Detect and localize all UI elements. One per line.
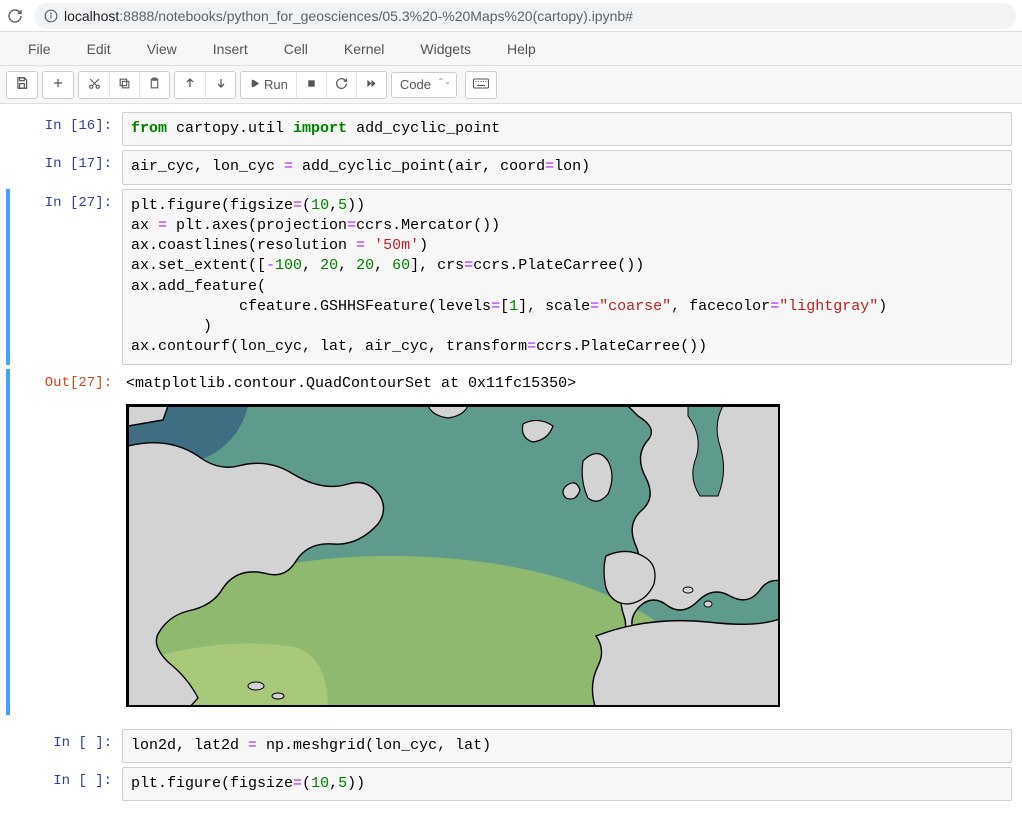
restart-button[interactable] (326, 72, 356, 98)
browser-address-bar: localhost :8888 /notebooks/python_for_ge… (0, 0, 1022, 32)
paste-icon (148, 77, 161, 93)
cell-output: Out[27]: <matplotlib.contour.QuadContour… (6, 369, 1012, 715)
input-prompt: In [ ]: (10, 729, 122, 763)
arrow-down-icon (215, 77, 227, 92)
notebook-body: In [16]: from cartopy.util import add_cy… (0, 104, 1022, 825)
menu-help[interactable]: Help (489, 41, 554, 57)
run-icon (249, 77, 260, 92)
site-info-icon (44, 9, 58, 23)
celltype-select[interactable]: Code (391, 72, 457, 98)
paste-button[interactable] (139, 72, 169, 98)
cell-selected[interactable]: In [27]: plt.figure(figsize=(10,5)) ax =… (6, 189, 1012, 365)
cell[interactable]: In [17]: air_cyc, lon_cyc = add_cyclic_p… (10, 150, 1012, 184)
menu-widgets[interactable]: Widgets (402, 41, 489, 57)
output-text: <matplotlib.contour.QuadContourSet at 0x… (122, 369, 1012, 396)
arrow-up-icon (184, 77, 196, 92)
copy-button[interactable] (109, 72, 139, 98)
code-input[interactable]: from cartopy.util import add_cyclic_poin… (122, 112, 1012, 146)
code-input[interactable]: plt.figure(figsize=(10,5)) (122, 767, 1012, 801)
stop-icon (306, 77, 317, 92)
reload-icon[interactable] (6, 7, 24, 25)
keyboard-icon (473, 77, 489, 92)
cell[interactable]: In [ ]: lon2d, lat2d = np.meshgrid(lon_c… (10, 729, 1012, 763)
url-host: localhost (64, 8, 119, 24)
move-down-button[interactable] (205, 72, 235, 98)
menu-cell[interactable]: Cell (266, 41, 326, 57)
cell[interactable]: In [ ]: plt.figure(figsize=(10,5)) (10, 767, 1012, 801)
input-prompt: In [17]: (10, 150, 122, 184)
save-icon (15, 76, 29, 93)
menu-file[interactable]: File (10, 41, 69, 57)
add-cell-button[interactable] (43, 72, 73, 98)
command-palette-button[interactable] (466, 72, 496, 98)
stop-button[interactable] (296, 72, 326, 98)
map-plot-output (126, 404, 780, 707)
restart-run-all-button[interactable] (356, 72, 386, 98)
code-input[interactable]: lon2d, lat2d = np.meshgrid(lon_cyc, lat) (122, 729, 1012, 763)
fast-forward-icon (365, 77, 378, 92)
code-input[interactable]: air_cyc, lon_cyc = add_cyclic_point(air,… (122, 150, 1012, 184)
menu-insert[interactable]: Insert (195, 41, 266, 57)
url-path: /notebooks/python_for_geosciences/05.3%2… (154, 8, 633, 24)
menu-edit[interactable]: Edit (69, 41, 129, 57)
restart-icon (335, 77, 348, 93)
save-button[interactable] (7, 72, 37, 98)
run-button[interactable]: Run (241, 72, 296, 98)
input-prompt: In [16]: (10, 112, 122, 146)
run-label: Run (264, 77, 288, 92)
url-port: :8888 (119, 8, 154, 24)
input-prompt: In [27]: (10, 189, 122, 365)
plus-icon (52, 77, 64, 92)
menu-bar: File Edit View Insert Cell Kernel Widget… (0, 32, 1022, 66)
code-input[interactable]: plt.figure(figsize=(10,5)) ax = plt.axes… (122, 189, 1012, 365)
copy-icon (118, 77, 131, 93)
input-prompt: In [ ]: (10, 767, 122, 801)
url-input[interactable]: localhost :8888 /notebooks/python_for_ge… (34, 3, 1016, 29)
cut-icon (88, 77, 101, 93)
cell[interactable]: In [16]: from cartopy.util import add_cy… (10, 112, 1012, 146)
output-prompt: Out[27]: (10, 369, 122, 715)
menu-view[interactable]: View (129, 41, 195, 57)
menu-kernel[interactable]: Kernel (326, 41, 402, 57)
move-up-button[interactable] (175, 72, 205, 98)
cut-button[interactable] (79, 72, 109, 98)
toolbar: Run Code (0, 66, 1022, 104)
